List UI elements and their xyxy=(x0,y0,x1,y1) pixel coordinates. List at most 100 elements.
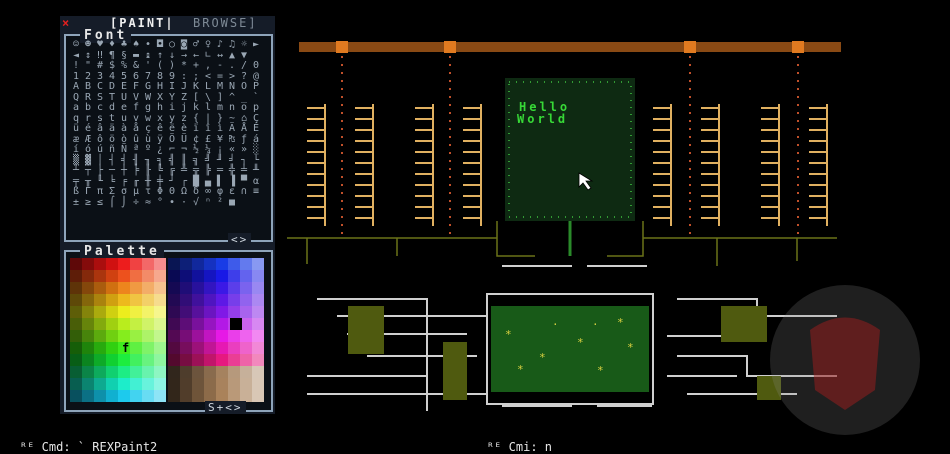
font-glyph[interactable]: ♠ xyxy=(130,39,142,51)
font-glyph[interactable]: ü xyxy=(70,123,82,135)
font-glyph[interactable]: ├ xyxy=(94,165,106,177)
font-glyph[interactable]: µ xyxy=(130,186,142,198)
font-glyph[interactable]: • xyxy=(142,39,154,51)
font-glyph[interactable]: . xyxy=(226,60,238,72)
font-glyph[interactable]: " xyxy=(82,60,94,72)
font-glyph[interactable]: % xyxy=(118,60,130,72)
font-glyph[interactable]: º xyxy=(142,144,154,156)
font-glyph[interactable]: ⌠ xyxy=(106,197,118,209)
font-glyph[interactable]: ♂ xyxy=(190,39,202,51)
font-glyph[interactable]: τ xyxy=(142,186,154,198)
font-glyph[interactable]: D xyxy=(106,81,118,93)
font-glyph[interactable]: ≤ xyxy=(94,197,106,209)
font-glyph[interactable]: ç xyxy=(142,123,154,135)
font-glyph[interactable]: , xyxy=(202,60,214,72)
font-glyph[interactable]: d xyxy=(106,102,118,114)
font-glyph[interactable]: ≈ xyxy=(142,197,154,209)
font-glyph[interactable]: / xyxy=(238,60,250,72)
font-glyph[interactable]: ☼ xyxy=(238,39,250,51)
close-icon[interactable]: × xyxy=(62,16,69,30)
font-glyph[interactable]: ♪ xyxy=(214,39,226,51)
font-glyph[interactable]: » xyxy=(238,144,250,156)
font-glyph[interactable]: ☻ xyxy=(82,39,94,51)
font-glyph[interactable]: ╚ xyxy=(154,165,166,177)
font-glyph[interactable]: ► xyxy=(250,39,262,51)
font-glyph[interactable]: i xyxy=(166,102,178,114)
font-glyph[interactable]: & xyxy=(130,60,142,72)
font-glyph[interactable]: C xyxy=(94,81,106,93)
font-glyph[interactable]: K xyxy=(190,81,202,93)
font-glyph[interactable]: ε xyxy=(226,186,238,198)
font-glyph[interactable]: J xyxy=(178,81,190,93)
font-glyph[interactable]: ≡ xyxy=(250,186,262,198)
font-glyph[interactable]: ╠ xyxy=(202,165,214,177)
font-glyph[interactable]: ⌐ xyxy=(166,144,178,156)
font-glyph[interactable]: G xyxy=(142,81,154,93)
font-glyph[interactable]: â xyxy=(94,123,106,135)
font-glyph[interactable]: ╦ xyxy=(190,165,202,177)
font-glyph[interactable]: ß xyxy=(70,186,82,198)
font-glyph[interactable]: - xyxy=(214,60,226,72)
font-glyph[interactable]: P xyxy=(250,81,262,93)
font-glyph[interactable]: N xyxy=(226,81,238,93)
font-glyph[interactable]: ú xyxy=(94,144,106,156)
font-glyph[interactable]: m xyxy=(214,102,226,114)
font-glyph[interactable]: ë xyxy=(166,123,178,135)
font-glyph[interactable]: ─ xyxy=(106,165,118,177)
font-glyph[interactable]: ¿ xyxy=(154,144,166,156)
font-glyph[interactable]: Θ xyxy=(166,186,178,198)
font-glyph[interactable]: h xyxy=(154,102,166,114)
font-glyph[interactable]: ) xyxy=(166,60,178,72)
font-glyph[interactable]: ○ xyxy=(166,39,178,51)
font-glyph[interactable]: è xyxy=(178,123,190,135)
font-glyph[interactable]: I xyxy=(166,81,178,93)
font-glyph[interactable]: ═ xyxy=(214,165,226,177)
font-glyph-grid[interactable]: ☺ ☻ ♥ ♦ ♣ ♠ • ◘ ○ ◙ ♂ ♀ ♪ ♫ ☼ ► ◄ ↕ ‼ ¶ § ▬ ↨ ↑ ↓ → ← ∟ ↔ ▲ ▼ ! " # $% & '(… xyxy=(70,39,262,209)
font-glyph[interactable]: « xyxy=(226,144,238,156)
font-glyph[interactable]: j xyxy=(178,102,190,114)
font-glyph[interactable]: ♦ xyxy=(106,39,118,51)
font-glyph[interactable]: ╟ xyxy=(142,165,154,177)
palette-nav[interactable]: S+<> xyxy=(205,401,246,414)
font-glyph[interactable]: Å xyxy=(238,123,250,135)
font-glyph[interactable]: ╬ xyxy=(226,165,238,177)
font-glyph[interactable]: ♀ xyxy=(202,39,214,51)
font-glyph[interactable]: * xyxy=(178,60,190,72)
font-glyph[interactable]: φ xyxy=(214,186,226,198)
font-glyph[interactable]: Ñ xyxy=(118,144,130,156)
font-glyph[interactable]: Σ xyxy=(106,186,118,198)
font-glyph[interactable]: ┼ xyxy=(118,165,130,177)
font-glyph[interactable]: L xyxy=(202,81,214,93)
font-glyph[interactable]: ( xyxy=(154,60,166,72)
font-glyph[interactable]: ¡ xyxy=(214,144,226,156)
font-glyph[interactable]: à xyxy=(118,123,130,135)
font-glyph[interactable]: ░ xyxy=(250,144,262,156)
font-glyph[interactable]: M xyxy=(214,81,226,93)
font-glyph[interactable]: ♫ xyxy=(226,39,238,51)
font-glyph[interactable]: c xyxy=(94,102,106,114)
font-glyph[interactable]: ┬ xyxy=(82,165,94,177)
font-glyph[interactable]: Φ xyxy=(154,186,166,198)
font-glyph[interactable]: É xyxy=(250,123,262,135)
font-glyph[interactable]: E xyxy=(118,81,130,93)
font-glyph[interactable]: e xyxy=(118,102,130,114)
font-glyph[interactable]: ä xyxy=(106,123,118,135)
font-glyph[interactable]: ¬ xyxy=(178,144,190,156)
font-glyph[interactable]: ☺ xyxy=(70,39,82,51)
font-glyph[interactable]: ♥ xyxy=(94,39,106,51)
font-glyph[interactable]: ó xyxy=(82,144,94,156)
font-glyph[interactable]: # xyxy=(94,60,106,72)
font-glyph[interactable]: o xyxy=(238,102,250,114)
font-glyph[interactable]: n xyxy=(226,102,238,114)
font-glyph[interactable]: a xyxy=(70,102,82,114)
font-glyph[interactable]: δ xyxy=(190,186,202,198)
font-glyph[interactable]: ⁿ xyxy=(202,197,214,209)
font-glyph[interactable]: ╨ xyxy=(250,165,262,177)
font-glyph[interactable]: g xyxy=(142,102,154,114)
font-glyph[interactable]: ♣ xyxy=(118,39,130,51)
palette-swatch-grid[interactable]: f xyxy=(70,258,266,404)
font-glyph[interactable]: l xyxy=(202,102,214,114)
font-glyph[interactable]: A xyxy=(70,81,82,93)
font-glyph[interactable]: í xyxy=(70,144,82,156)
font-glyph[interactable]: ± xyxy=(70,197,82,209)
